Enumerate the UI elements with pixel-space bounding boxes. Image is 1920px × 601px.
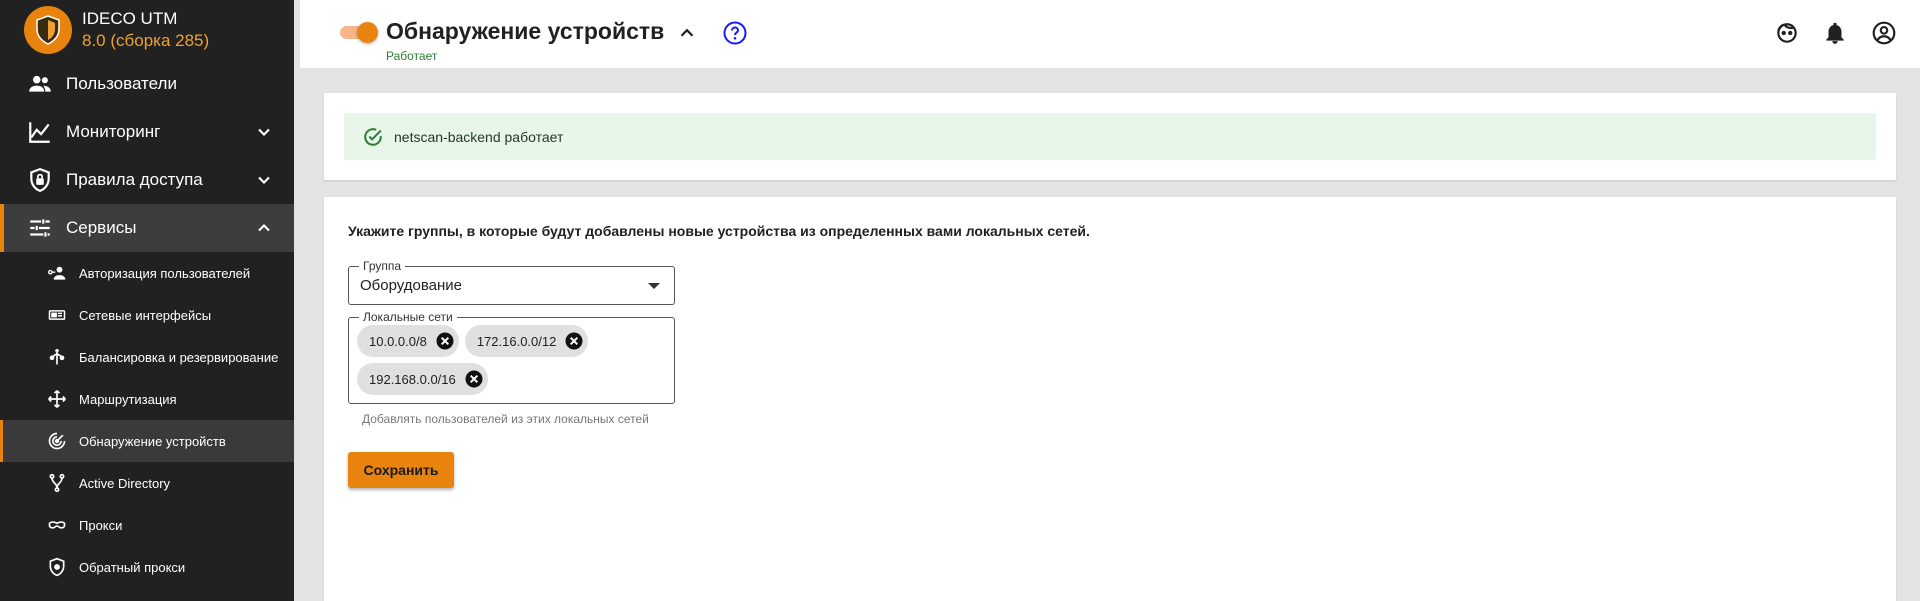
sidebar-item-label: Правила доступа <box>66 170 203 189</box>
local-networks-label: Локальные сети <box>359 310 457 324</box>
network-chips: 10.0.0.0/8 172.16.0.0/12 192.168.0.0/16 <box>357 325 657 395</box>
sidebar-subitem-label: Обратный прокси <box>79 559 186 575</box>
alert-message: netscan-backend работает <box>394 128 564 145</box>
group-select-label: Группа <box>359 259 406 273</box>
radar-icon <box>46 430 68 452</box>
ideco-logo-icon <box>24 6 72 54</box>
sidebar-item-label: Пользователи <box>66 74 177 93</box>
chip-remove-icon[interactable] <box>435 331 455 351</box>
chip-remove-icon[interactable] <box>564 331 584 351</box>
shield-globe-icon <box>46 556 68 578</box>
sidebar-subitem-proxy[interactable]: Прокси <box>0 504 294 546</box>
support-agent-icon[interactable] <box>1774 20 1800 46</box>
service-status: Работает <box>386 49 438 63</box>
sidebar-subitem-label: Маршрутизация <box>79 391 177 407</box>
chip-label: 172.16.0.0/12 <box>476 333 557 349</box>
network-card-icon <box>46 304 68 326</box>
service-toggle[interactable] <box>340 22 378 43</box>
mask-icon <box>46 514 68 536</box>
sidebar-subitem-label: Active Directory <box>79 475 171 491</box>
page-title: Обнаружение устройств <box>386 18 665 44</box>
sidebar-item-services[interactable]: Сервисы <box>0 204 294 252</box>
chevron-up-icon[interactable] <box>676 22 698 44</box>
chart-line-icon <box>26 118 54 146</box>
balance-icon <box>46 346 68 368</box>
sidebar-item-monitoring[interactable]: Мониторинг <box>0 108 294 156</box>
chip-label: 10.0.0.0/8 <box>369 333 427 349</box>
sidebar-subitem-network-interfaces[interactable]: Сетевые интерфейсы <box>0 294 294 336</box>
check-circle-icon <box>364 127 382 146</box>
toggle-knob <box>357 22 378 43</box>
app-name: IDECO UTM <box>82 9 178 28</box>
brand[interactable]: IDECO UTM 8.0 (сборка 285) <box>0 0 294 60</box>
help-icon[interactable] <box>722 20 748 46</box>
sidebar-subitem-routing[interactable]: Маршрутизация <box>0 378 294 420</box>
sidebar-subitem-label: Балансировка и резервирование <box>79 349 279 365</box>
chevron-down-icon[interactable] <box>254 122 274 142</box>
network-chip: 10.0.0.0/8 <box>357 325 459 357</box>
success-alert: netscan-backend работает <box>344 113 1876 160</box>
sidebar-subitem-label: Авторизация пользователей <box>79 265 251 281</box>
sidebar-subitem-label: Обнаружение устройств <box>79 433 226 449</box>
sidebar-item-label: Сервисы <box>66 218 137 237</box>
settings-card: Укажите группы, в которые будут добавлен… <box>324 197 1896 601</box>
group-select[interactable]: Группа Оборудование <box>348 259 675 305</box>
tune-icon <box>26 214 54 242</box>
status-card: netscan-backend работает <box>324 93 1896 180</box>
sidebar-subitem-label: Прокси <box>79 517 123 533</box>
sidebar-subitem-active-directory[interactable]: Active Directory <box>0 462 294 504</box>
shield-lock-icon <box>26 166 54 194</box>
sidebar-subitem-balancing[interactable]: Балансировка и резервирование <box>0 336 294 378</box>
sidebar: IDECO UTM 8.0 (сборка 285) Пользователи … <box>0 0 294 601</box>
local-networks-helper: Добавлять пользователей из этих локальны… <box>362 412 649 426</box>
group-select-value: Оборудование <box>360 277 463 294</box>
sidebar-subitem-reverse-proxy[interactable]: Обратный прокси <box>0 546 294 588</box>
sidebar-subitem-label: Сетевые интерфейсы <box>79 307 212 323</box>
sidebar-item-access-rules[interactable]: Правила доступа <box>0 156 294 204</box>
sidebar-divider <box>294 0 300 601</box>
chip-label: 192.168.0.0/16 <box>369 371 456 387</box>
chevron-down-icon[interactable] <box>254 170 274 190</box>
bell-icon[interactable] <box>1822 20 1848 46</box>
sidebar-subitem-device-discovery[interactable]: Обнаружение устройств <box>0 420 294 462</box>
form-description: Укажите группы, в которые будут добавлен… <box>348 223 1090 239</box>
routing-icon <box>46 388 68 410</box>
users-icon <box>26 70 54 98</box>
sidebar-item-label: Мониторинг <box>66 122 161 141</box>
local-networks-field[interactable]: Локальные сети 10.0.0.0/8 172.16.0.0/12 … <box>348 310 675 404</box>
sidebar-item-users[interactable]: Пользователи <box>0 60 294 108</box>
network-chip: 192.168.0.0/16 <box>357 363 488 395</box>
page-header: Обнаружение устройств Работает <box>300 0 1920 68</box>
sidebar-subitem-user-auth[interactable]: Авторизация пользователей <box>0 252 294 294</box>
directory-tree-icon <box>46 472 68 494</box>
network-chip: 172.16.0.0/12 <box>464 325 589 357</box>
app-version: 8.0 (сборка 285) <box>82 31 210 50</box>
account-circle-icon[interactable] <box>1871 20 1897 46</box>
dropdown-arrow-icon[interactable] <box>648 283 660 289</box>
user-key-icon <box>46 262 68 284</box>
save-button[interactable]: Сохранить <box>348 452 454 488</box>
chevron-up-icon[interactable] <box>254 218 274 238</box>
chip-remove-icon[interactable] <box>464 369 484 389</box>
